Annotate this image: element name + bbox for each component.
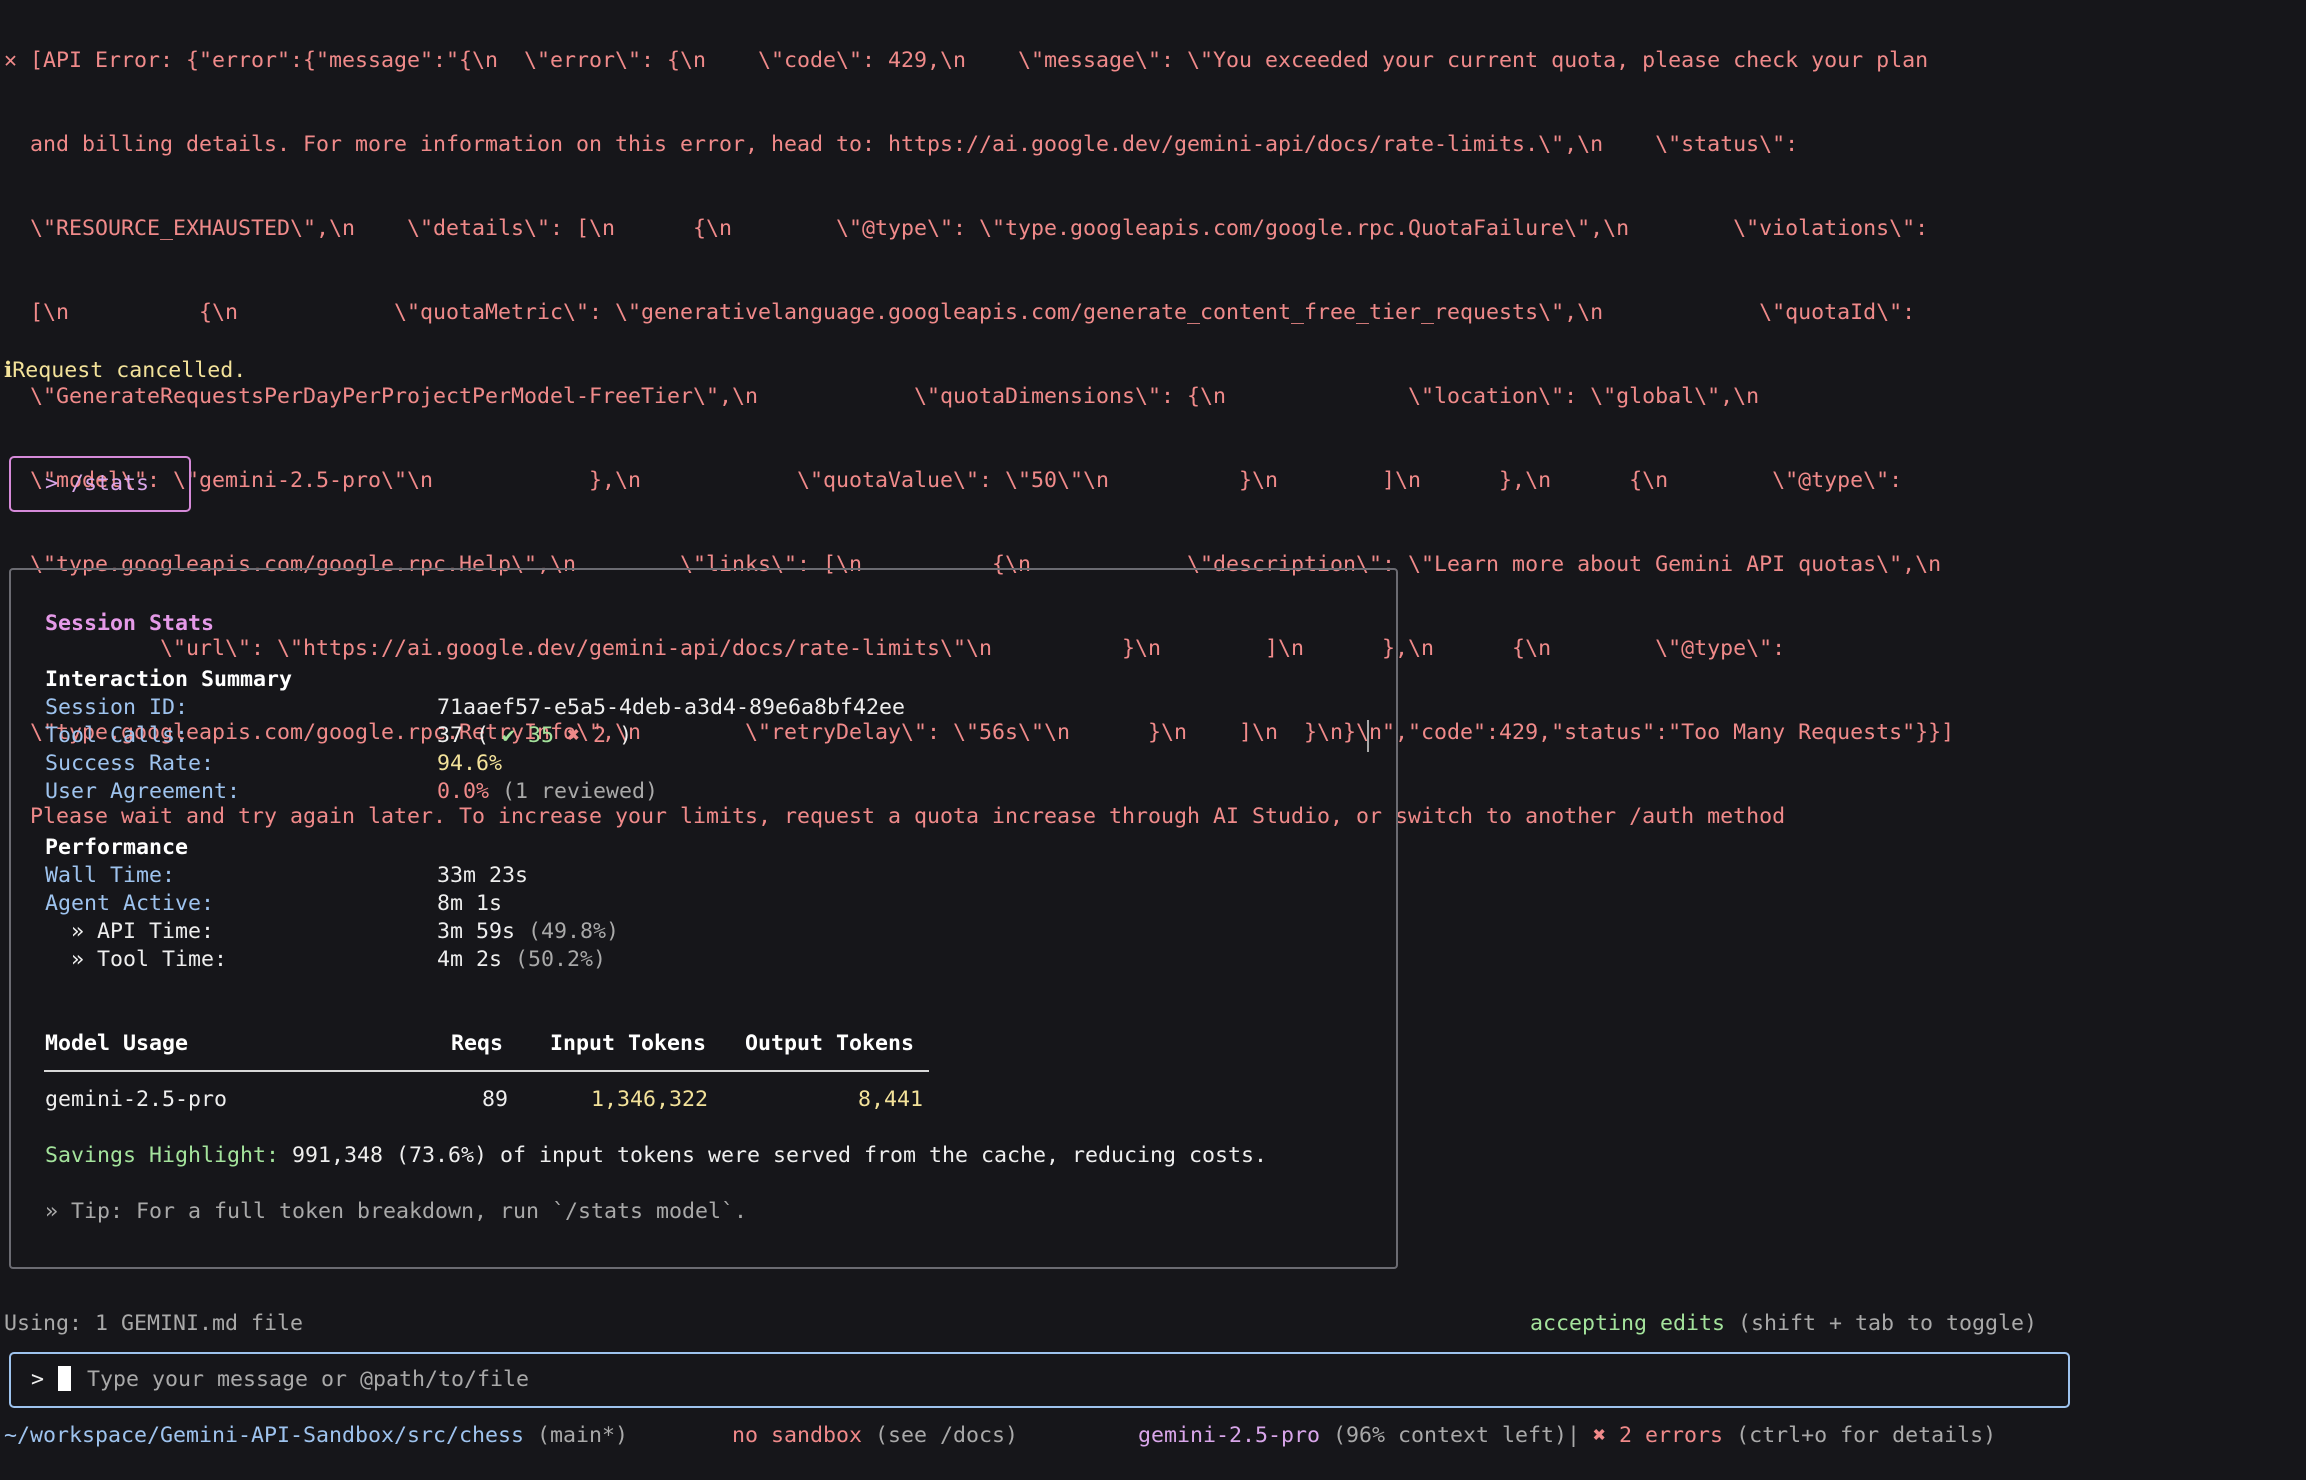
user-agreement-value: 0.0% (1 reviewed)	[437, 778, 658, 806]
text-cursor	[58, 1366, 71, 1391]
context-remaining: (96% context left)	[1320, 1423, 1568, 1448]
tool-calls-success: ✔ 35	[502, 723, 555, 748]
message-input-placeholder[interactable]: Type your message or @path/to/file	[87, 1366, 529, 1394]
api-time-pct: (49.8%)	[515, 919, 620, 944]
scrollbar-thumb[interactable]	[1367, 720, 1369, 752]
error-line: \"RESOURCE_EXHAUSTED\",\n \"details\": […	[4, 216, 1929, 241]
savings-highlight: Savings Highlight: 991,348 (73.6%) of in…	[45, 1142, 1267, 1170]
success-rate-value: 94.6%	[437, 751, 503, 776]
wall-time-value: 33m 23s	[437, 863, 529, 888]
edit-mode-label: accepting edits	[1530, 1311, 1726, 1336]
user-agreement-label: User Agreement:	[45, 779, 241, 804]
session-id-value: 71aaef57-e5a5-4deb-a3d4-89e6a8bf42ee	[437, 695, 906, 720]
edit-mode-status: accepting edits (shift + tab to toggle)	[1530, 1310, 2037, 1338]
sandbox-status: no sandbox (see /docs)	[732, 1422, 1018, 1450]
prompt-indicator: >	[31, 1367, 45, 1392]
output-tokens-header: Output Tokens	[745, 1031, 915, 1056]
wall-time-label: Wall Time:	[45, 863, 176, 888]
error-line: \"GenerateRequestsPerDayPerProjectPerMod…	[4, 384, 1760, 409]
model-usage-header: Model Usage	[45, 1031, 189, 1056]
tool-calls-close: )	[606, 723, 633, 748]
api-time-label: » API Time:	[45, 919, 215, 944]
user-agreement-note: (1 reviewed)	[489, 779, 659, 804]
tool-time: 4m 2s	[437, 947, 503, 972]
table-row-model: gemini-2.5-pro	[45, 1087, 228, 1112]
working-directory: ~/workspace/Gemini-API-Sandbox/src/chess	[4, 1423, 525, 1448]
model-status: gemini-2.5-pro (96% context left)| ✖ 2 e…	[1138, 1422, 1996, 1450]
table-row-input-tokens: 1,346,322	[591, 1087, 709, 1112]
sandbox-hint: (see /docs)	[862, 1423, 1019, 1448]
model-name: gemini-2.5-pro	[1138, 1423, 1321, 1448]
interaction-summary-heading: Interaction Summary	[45, 667, 293, 692]
git-branch: (main*)	[524, 1423, 629, 1448]
request-cancelled-notice: ℹRequest cancelled.	[4, 358, 247, 383]
stats-tip: » Tip: For a full token breakdown, run `…	[45, 1199, 748, 1224]
stats-title: Session Stats	[45, 611, 215, 636]
error-line: ✕ [API Error: {"error":{"message":"{\n \…	[4, 48, 1929, 73]
tool-time-pct: (50.2%)	[502, 947, 607, 972]
error-line: \"model\": \"gemini-2.5-pro\"\n },\n \"q…	[4, 468, 1903, 493]
savings-text: 991,348 (73.6%) of input tokens were ser…	[279, 1143, 1268, 1168]
success-rate-label: Success Rate:	[45, 751, 215, 776]
footer-path: ~/workspace/Gemini-API-Sandbox/src/chess…	[4, 1422, 628, 1450]
tool-calls-total: 37 (	[437, 723, 503, 748]
tool-time-label: » Tool Time:	[45, 947, 228, 972]
context-files-status: Using: 1 GEMINI.md file	[4, 1311, 304, 1336]
error-line: [\n {\n \"quotaMetric\": \"generativelan…	[4, 300, 1916, 325]
tool-calls-label: Tool Calls:	[45, 723, 189, 748]
table-row-output-tokens: 8,441	[858, 1087, 924, 1112]
tool-calls-value: 37 ( ✔ 35 ✖ 2 )	[437, 722, 632, 750]
savings-label: Savings Highlight:	[45, 1143, 280, 1168]
session-id-label: Session ID:	[45, 695, 189, 720]
edit-mode-hint: (shift + tab to toggle)	[1725, 1311, 2038, 1336]
error-hint: (ctrl+o for details)	[1723, 1423, 1997, 1448]
agent-active-value: 8m 1s	[437, 891, 503, 916]
table-row-reqs: 89	[482, 1087, 509, 1112]
user-agreement-pct: 0.0%	[437, 779, 490, 804]
api-time: 3m 59s	[437, 919, 516, 944]
stats-command-echo: > /stats	[9, 456, 191, 512]
input-tokens-header: Input Tokens	[550, 1031, 707, 1056]
tool-calls-failed: ✖ 2	[567, 723, 607, 748]
tool-time-value: 4m 2s (50.2%)	[437, 946, 606, 974]
table-divider	[44, 1070, 929, 1072]
api-time-value: 3m 59s (49.8%)	[437, 918, 619, 946]
panel-border-gap	[1393, 714, 1396, 750]
agent-active-label: Agent Active:	[45, 891, 215, 916]
error-line: and billing details. For more informatio…	[4, 132, 1799, 157]
sandbox-label: no sandbox	[732, 1423, 863, 1448]
performance-heading: Performance	[45, 835, 189, 860]
footer-separator: |	[1567, 1423, 1581, 1448]
reqs-header: Reqs	[451, 1031, 504, 1056]
error-count[interactable]: ✖ 2 errors	[1580, 1423, 1723, 1448]
